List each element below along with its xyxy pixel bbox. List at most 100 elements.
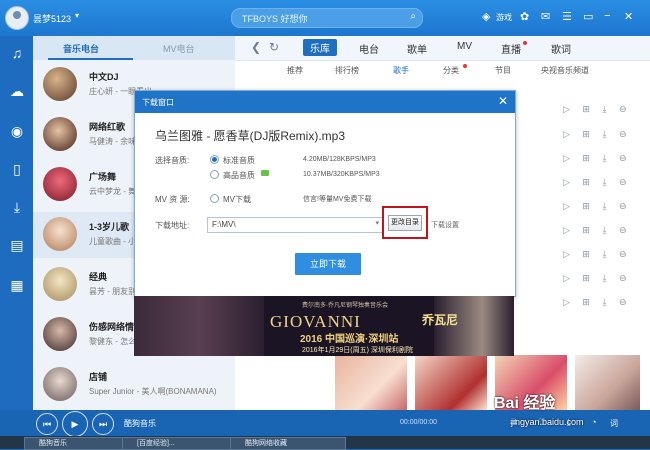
play-button[interactable]: ▶ (62, 411, 88, 437)
next-button[interactable]: ⏭ (92, 413, 114, 435)
download-icon[interactable]: ⤓ (8, 198, 26, 216)
station-thumbnail (43, 167, 77, 201)
album-cover[interactable] (415, 355, 487, 410)
banner-top-text: 费尔南多·乔凡尼钢琴独奏音乐会 (302, 303, 388, 309)
high-quality-size: 10.37MB/320KBPS/MP3 (303, 171, 380, 178)
subtab-programs[interactable]: 节目 (495, 65, 511, 76)
now-playing-title: 酷狗音乐 (124, 419, 156, 428)
playlist-icon[interactable]: ▤ (8, 236, 26, 254)
banner-photo-left (134, 296, 264, 356)
station-title: 经典 (89, 272, 108, 282)
mini-mode-icon[interactable]: ▭ (583, 10, 593, 23)
download-dialog: 下载窗口 ✕ 乌兰图雅 - 愿香草(DJ版Remix).mp3 选择音质: 标准… (134, 90, 516, 297)
song-row-actions[interactable]: ▷ ⊞ ⤓ ⊖ (563, 201, 645, 213)
minimize-icon[interactable]: − (604, 10, 610, 22)
sidebar-icon-strip: ♫ ☁ ◉ ▯ ⤓ ▤ ▦ (0, 36, 33, 410)
apps-icon[interactable]: ▦ (8, 276, 26, 294)
station-thumbnail (43, 217, 77, 251)
vip-badge-icon (261, 170, 269, 176)
close-icon[interactable]: ✕ (624, 10, 633, 23)
download-path-field[interactable]: F:\MV\ ▾ (207, 217, 383, 233)
station-title: 广场舞 (89, 172, 117, 182)
tab-radio[interactable]: 电台 (359, 41, 379, 56)
song-row-actions[interactable]: ▷ ⊞ ⤓ ⊖ (563, 225, 645, 237)
refresh-icon[interactable]: ↻ (269, 40, 279, 54)
taskbar-item[interactable]: 酷狗音乐 (24, 437, 130, 450)
user-name[interactable]: 昙梦5123 (33, 12, 71, 25)
chevron-down-icon[interactable]: ▾ (375, 219, 379, 227)
mv-download-label[interactable]: MV下载 (223, 194, 251, 205)
song-row-actions[interactable]: ▷ ⊞ ⤓ ⊖ (563, 297, 645, 309)
banner-date: 2016年1月29日(周五) 深圳保利剧院 (302, 347, 413, 354)
notification-dot (523, 41, 527, 45)
album-cover[interactable] (335, 355, 407, 410)
song-row-actions[interactable]: ▷ ⊞ ⤓ ⊖ (563, 177, 645, 189)
tab-lyrics[interactable]: 歌词 (551, 41, 571, 56)
song-row-actions[interactable]: ▷ ⊞ ⤓ ⊖ (563, 153, 645, 165)
tab-mv-radio[interactable]: MV电台 (163, 42, 195, 55)
download-path-value: F:\MV\ (212, 220, 236, 229)
search-input[interactable]: TFBOYS 好想你 ⌕ (231, 8, 423, 28)
taskbar-item[interactable]: [百度经验]... (122, 437, 238, 450)
song-row-actions[interactable]: ▷ ⊞ ⤓ ⊖ (563, 129, 645, 141)
game-label[interactable]: 游戏 (496, 12, 512, 23)
close-icon[interactable]: ✕ (498, 94, 508, 108)
highlight-box: 更改目录 (382, 206, 428, 239)
song-row-actions[interactable]: ▷ ⊞ ⤓ ⊖ (563, 249, 645, 261)
station-thumbnail (43, 367, 77, 401)
playback-time: 00:00/00:00 (400, 419, 437, 426)
song-row-actions[interactable]: ▷ ⊞ ⤓ ⊖ (563, 104, 645, 116)
tab-library[interactable]: 乐库 (303, 39, 337, 56)
ad-banner[interactable]: 费尔南多·乔凡尼钢琴独奏音乐会 GIOVANNI 乔瓦尼 2016 中国巡演·深… (134, 296, 514, 356)
mail-icon[interactable]: ✉ (541, 10, 550, 23)
station-subtitle: 昙芳 - 朋友别 (89, 287, 137, 296)
back-icon[interactable]: ❮ (251, 40, 261, 54)
standard-quality-label[interactable]: 标准音质 (223, 155, 255, 166)
album-cover[interactable] (575, 355, 640, 410)
dialog-title: 下载窗口 (142, 98, 174, 107)
subtab-cctv-music[interactable]: 央视音乐频道 (541, 65, 589, 76)
song-row-actions[interactable]: ▷ ⊞ ⤓ ⊖ (563, 273, 645, 285)
station-subtitle: 儿童歌曲 - 小 (89, 237, 137, 246)
search-icon[interactable]: ⌕ (410, 11, 416, 22)
banner-title: GIOVANNI (270, 312, 361, 331)
subtab-singers[interactable]: 歌手 (393, 65, 409, 76)
tab-playlists[interactable]: 歌单 (407, 41, 427, 56)
phone-icon[interactable]: ▯ (8, 160, 26, 178)
sub-nav: 推荐 排行榜 歌手 分类 节目 央视音乐频道 (235, 61, 650, 79)
menu-icon[interactable]: ☰ (562, 10, 572, 23)
tab-live[interactable]: 直播 (501, 41, 521, 56)
tab-music-radio[interactable]: 音乐电台 (63, 42, 99, 55)
tab-mv[interactable]: MV (457, 41, 472, 52)
avatar[interactable] (5, 6, 29, 30)
search-placeholder: TFBOYS 好想你 (242, 14, 308, 24)
cloud-icon[interactable]: ☁ (8, 82, 26, 100)
radio-mv-download[interactable] (210, 194, 219, 203)
mv-label: MV 资 源: (155, 195, 190, 204)
chevron-down-icon[interactable]: ▾ (75, 11, 79, 20)
banner-subtitle: 2016 中国巡演·深圳站 (300, 334, 399, 345)
taskbar-item[interactable]: 酷狗网络收藏 (230, 437, 346, 450)
skin-icon[interactable]: ✿ (520, 10, 529, 23)
subtab-categories[interactable]: 分类 (443, 65, 459, 76)
active-tab-indicator (48, 58, 133, 60)
radio-icon[interactable]: ◉ (8, 122, 26, 140)
watermark-logo: Bai 经验 (494, 395, 556, 412)
station-subtitle: 马健涛 - 余味 (89, 137, 137, 146)
radio-high-quality[interactable] (210, 170, 219, 179)
game-icon[interactable]: ◈ (482, 10, 490, 23)
subtab-recommend[interactable]: 推荐 (287, 65, 303, 76)
radio-standard-quality[interactable] (210, 155, 219, 164)
os-taskbar: 酷狗音乐 [百度经验]... 酷狗网络收藏 (0, 436, 650, 450)
dialog-title-bar[interactable]: 下载窗口 ✕ (135, 91, 515, 113)
music-note-icon[interactable]: ♫ (8, 44, 26, 62)
change-directory-button[interactable]: 更改目录 (388, 215, 422, 231)
previous-button[interactable]: ⏮ (36, 413, 58, 435)
notification-dot (463, 64, 467, 68)
list-item[interactable]: 店铺 Super Junior - 美人啊(BONAMANA) (33, 362, 235, 408)
lyrics-toggle[interactable]: 词 (610, 418, 618, 429)
subtab-charts[interactable]: 排行榜 (335, 65, 359, 76)
download-now-button[interactable]: 立即下载 (295, 253, 361, 275)
high-quality-label[interactable]: 高品音质 (223, 170, 255, 181)
download-settings-link[interactable]: 下载设置 (431, 220, 459, 230)
